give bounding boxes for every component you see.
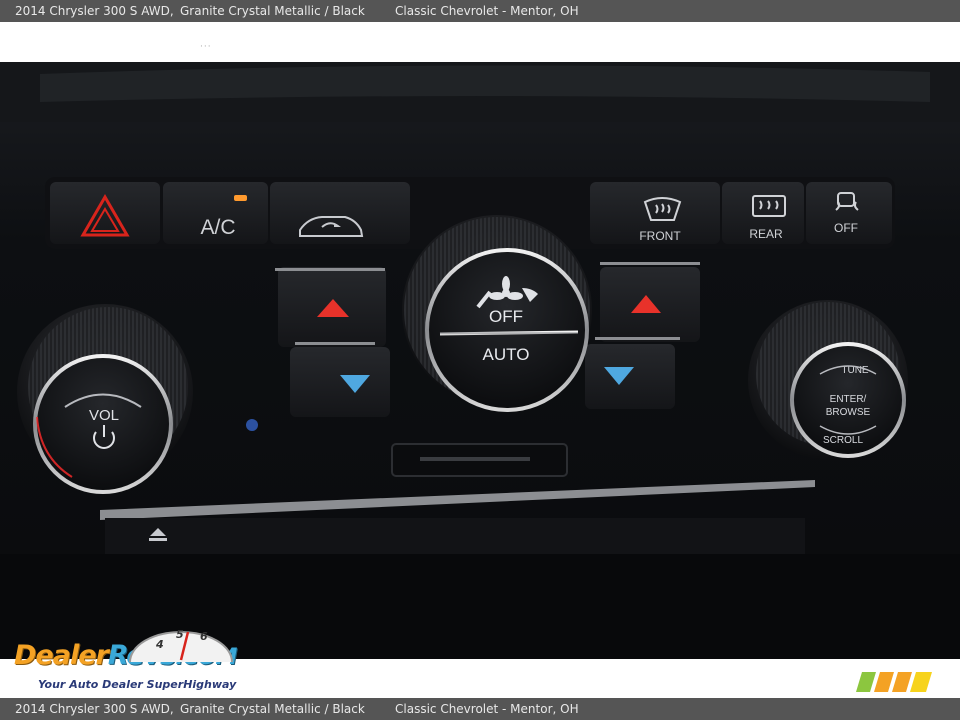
climate-control-panel: A/C FRONT REAR OFF OFF AUTO VOL TUNE ENT…: [0, 62, 960, 659]
ac-indicator-led: [234, 195, 247, 201]
speedo-digit-4: 4: [155, 638, 164, 651]
browse-label: BROWSE: [826, 407, 871, 418]
fan-knob[interactable]: OFF AUTO: [402, 215, 592, 412]
ac-label: A/C: [200, 216, 235, 239]
artifact-dots: ···: [200, 42, 212, 52]
caption-bar-top: 2014 Chrysler 300 S AWD, Granite Crystal…: [0, 0, 960, 22]
left-temp-down-button[interactable]: [290, 347, 390, 417]
caption-bar-bottom: 2014 Chrysler 300 S AWD, Granite Crystal…: [0, 698, 960, 720]
caption-vehicle: 2014 Chrysler 300 S AWD,: [15, 4, 174, 18]
auto-label: AUTO: [483, 345, 530, 364]
speedo-digit-6: 6: [200, 630, 208, 643]
caption-dealer: Classic Chevrolet - Mentor, OH: [395, 4, 579, 18]
fan-off-label: OFF: [489, 307, 523, 326]
caption-vehicle-bottom: 2014 Chrysler 300 S AWD,: [15, 702, 174, 716]
corner-stripes-logo: [856, 672, 932, 692]
traction-off-label: OFF: [834, 221, 858, 235]
recirculation-button[interactable]: [270, 182, 410, 244]
caption-color-bottom: Granite Crystal Metallic / Black: [180, 702, 365, 716]
enter-label: ENTER/: [830, 394, 867, 405]
scroll-label: SCROLL: [823, 435, 863, 446]
caption-color: Granite Crystal Metallic / Black: [180, 4, 365, 18]
front-label: FRONT: [639, 229, 681, 243]
blue-indicator-light: [246, 419, 258, 431]
tune-scroll-knob[interactable]: TUNE ENTER/ BROWSE SCROLL: [748, 300, 908, 460]
speedo-digit-5: 5: [176, 628, 184, 641]
dashboard-photo: A/C FRONT REAR OFF OFF AUTO VOL TUNE ENT…: [0, 62, 960, 659]
speedometer-logo-icon: 4 5 6: [129, 628, 233, 663]
caption-dealer-bottom: Classic Chevrolet - Mentor, OH: [395, 702, 579, 716]
vol-label: VOL: [89, 407, 119, 424]
rear-label: REAR: [749, 227, 783, 241]
logo-dealer: Dealer: [14, 640, 109, 671]
right-temp-down-button[interactable]: [585, 344, 675, 409]
eject-bar: [100, 480, 815, 520]
logo-tagline: Your Auto Dealer SuperHighway: [38, 678, 237, 691]
volume-knob[interactable]: VOL: [17, 304, 193, 494]
